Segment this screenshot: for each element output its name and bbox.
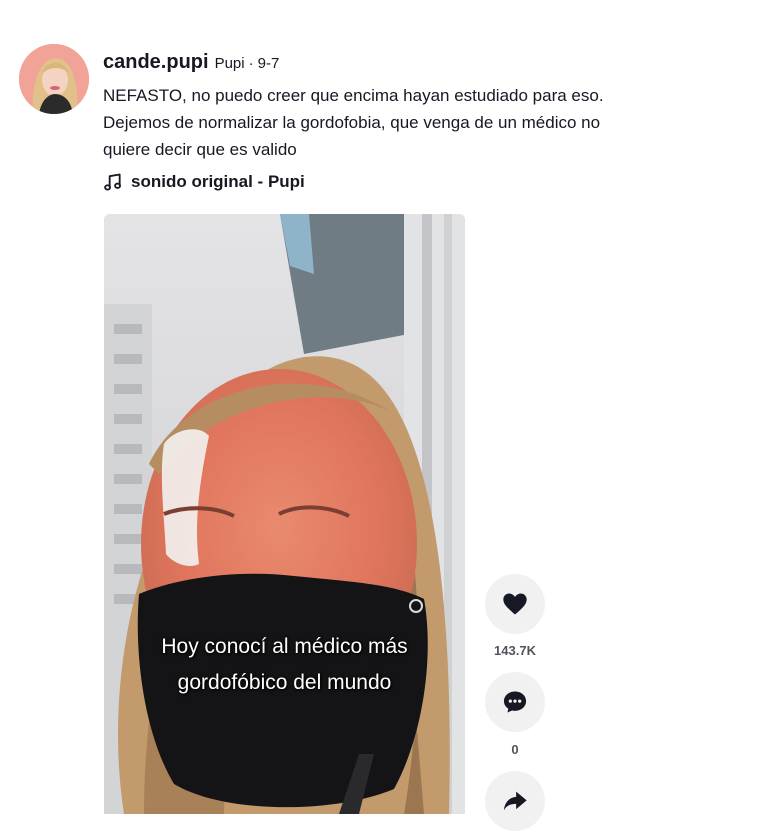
caption-line: Dejemos de normalizar la gordofobia, que… xyxy=(103,113,601,132)
like-count: 143.7K xyxy=(494,643,536,658)
music-title: sonido original - Pupi xyxy=(131,172,305,191)
avatar[interactable] xyxy=(19,44,89,114)
share-button[interactable] xyxy=(485,771,545,831)
nickname: Pupi xyxy=(214,55,245,72)
comment-count: 0 xyxy=(511,742,519,757)
video-subtitle: Hoy conocí al médico más gordofóbico del… xyxy=(104,629,465,701)
subtitle-line: Hoy conocí al médico más xyxy=(161,635,408,658)
avatar-image xyxy=(19,44,89,114)
separator: · xyxy=(248,55,254,72)
heart-icon xyxy=(503,593,527,615)
caption-line: quiere decir que es valido xyxy=(103,140,297,159)
video-player[interactable]: Hoy conocí al médico más gordofóbico del… xyxy=(104,214,465,814)
username-link[interactable]: cande.pupi xyxy=(103,51,209,74)
video-frame xyxy=(104,214,465,814)
subtitle-line: gordofóbico del mundo xyxy=(177,671,392,694)
music-link[interactable]: sonido original - Pupi xyxy=(103,172,305,192)
like-button[interactable] xyxy=(485,574,545,634)
comment-bubble-icon xyxy=(503,691,527,713)
caption-line: NEFASTO, no puedo creer que encima hayan… xyxy=(103,86,604,105)
comment-button[interactable] xyxy=(485,672,545,732)
post-header: cande.pupi Pupi · 9-7 xyxy=(103,51,279,74)
music-note-icon xyxy=(104,173,121,191)
post-date: 9-7 xyxy=(257,55,280,72)
share-arrow-icon xyxy=(503,791,527,811)
post-caption: NEFASTO, no puedo creer que encima hayan… xyxy=(103,82,723,163)
